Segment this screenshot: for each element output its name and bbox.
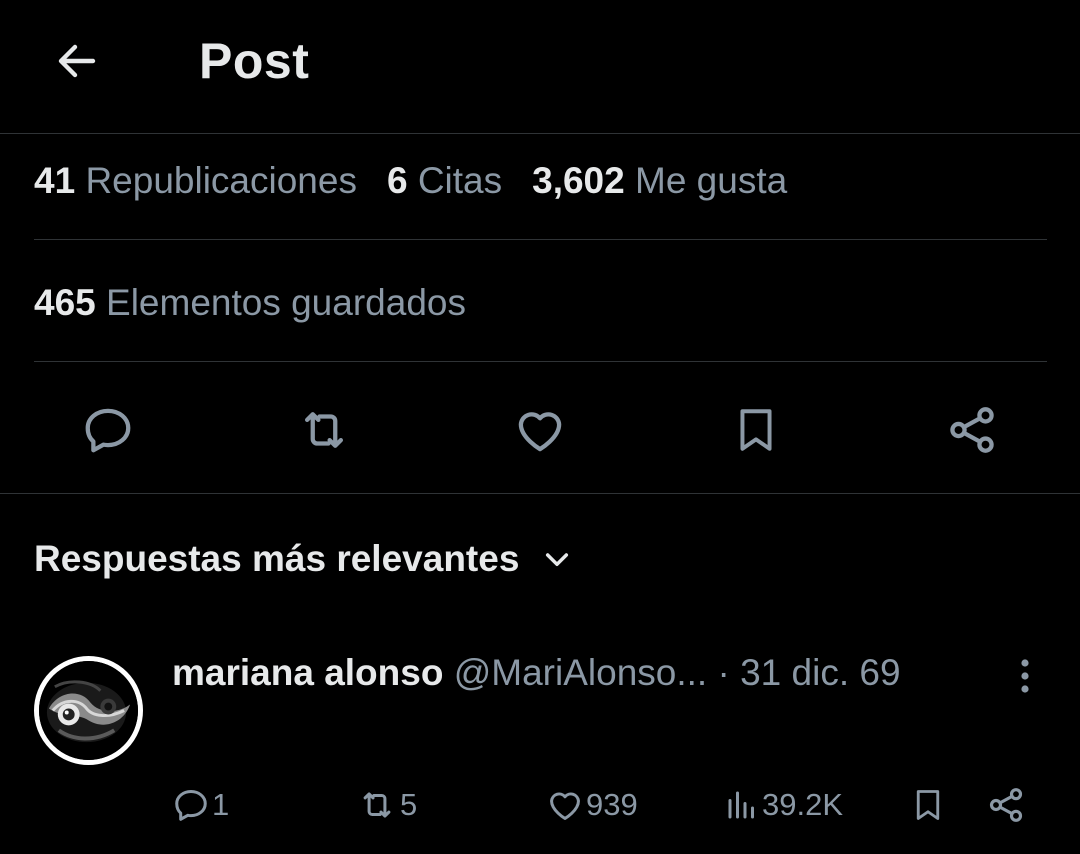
back-button[interactable] [46, 30, 108, 92]
reply-action-bar: 1 5 939 39.2K [0, 780, 1080, 830]
chevron-down-icon [546, 553, 569, 567]
bookmark-button[interactable] [728, 402, 784, 458]
bookmark-icon [916, 790, 940, 820]
reply-reply-button[interactable]: 1 [172, 780, 229, 830]
reply-button[interactable] [80, 402, 136, 458]
quotes-stat[interactable]: 6 Citas [387, 160, 502, 202]
avatar-image [39, 661, 138, 760]
repost-count: 5 [400, 787, 418, 822]
share-icon [950, 407, 994, 453]
like-count: 939 [586, 787, 638, 822]
reply-separator: · [717, 652, 730, 693]
reply-like-button[interactable]: 939 [546, 780, 638, 830]
reply-icon [175, 790, 207, 821]
reply-date[interactable]: 31 dic. 69 [740, 652, 900, 693]
view-count: 39.2K [762, 787, 844, 822]
reposts-stat[interactable]: 41 Republicaciones [34, 160, 357, 202]
bookmark-icon [740, 409, 772, 451]
share-icon [989, 788, 1023, 822]
top-bar: Post [0, 0, 1080, 134]
bookmarks-count: 465 [34, 282, 96, 323]
quotes-label: Citas [417, 160, 503, 201]
engagement-stats: 41 Republicaciones 6 Citas 3,602 Me gusta [34, 160, 1047, 240]
post-action-bar [0, 362, 1080, 494]
repost-button[interactable] [296, 402, 352, 458]
heart-icon [518, 412, 562, 452]
replies-sort-dropdown[interactable]: Respuestas más relevantes [34, 538, 573, 580]
arrow-left-icon [58, 44, 96, 78]
bookmarks-stat[interactable]: 465 Elementos guardados [34, 282, 466, 324]
reply-bookmark-button[interactable] [910, 780, 946, 830]
reposts-count: 41 [34, 160, 76, 201]
reply-views-button[interactable]: 39.2K [724, 780, 843, 830]
reposts-label: Republicaciones [85, 160, 357, 201]
reply-share-button[interactable] [986, 780, 1026, 830]
heart-icon [550, 792, 580, 820]
repost-icon [363, 792, 391, 818]
reply-author-handle[interactable]: @MariAlonso... [454, 652, 707, 693]
repost-icon [304, 412, 344, 448]
bookmarks-label: Elementos guardados [106, 282, 466, 323]
like-button[interactable] [512, 402, 568, 458]
reply-icon [85, 408, 131, 453]
reply-count: 1 [212, 787, 230, 822]
bookmarks-stats: 465 Elementos guardados [34, 282, 1047, 362]
likes-label: Me gusta [635, 160, 788, 201]
share-button[interactable] [944, 402, 1000, 458]
reply-author-name[interactable]: mariana alonso [172, 652, 443, 693]
more-options-button[interactable] [1008, 656, 1042, 696]
likes-count: 3,602 [532, 160, 625, 201]
more-vertical-icon [1021, 659, 1029, 693]
replies-sort-label: Respuestas más relevantes [34, 538, 520, 579]
likes-stat[interactable]: 3,602 Me gusta [532, 160, 787, 202]
avatar[interactable] [34, 656, 143, 765]
page-title: Post [199, 33, 310, 89]
views-chart-icon [728, 791, 754, 819]
quotes-count: 6 [386, 160, 408, 201]
reply-header: mariana alonso @MariAlonso... · 31 dic. … [172, 652, 901, 694]
reply-repost-button[interactable]: 5 [356, 780, 417, 830]
